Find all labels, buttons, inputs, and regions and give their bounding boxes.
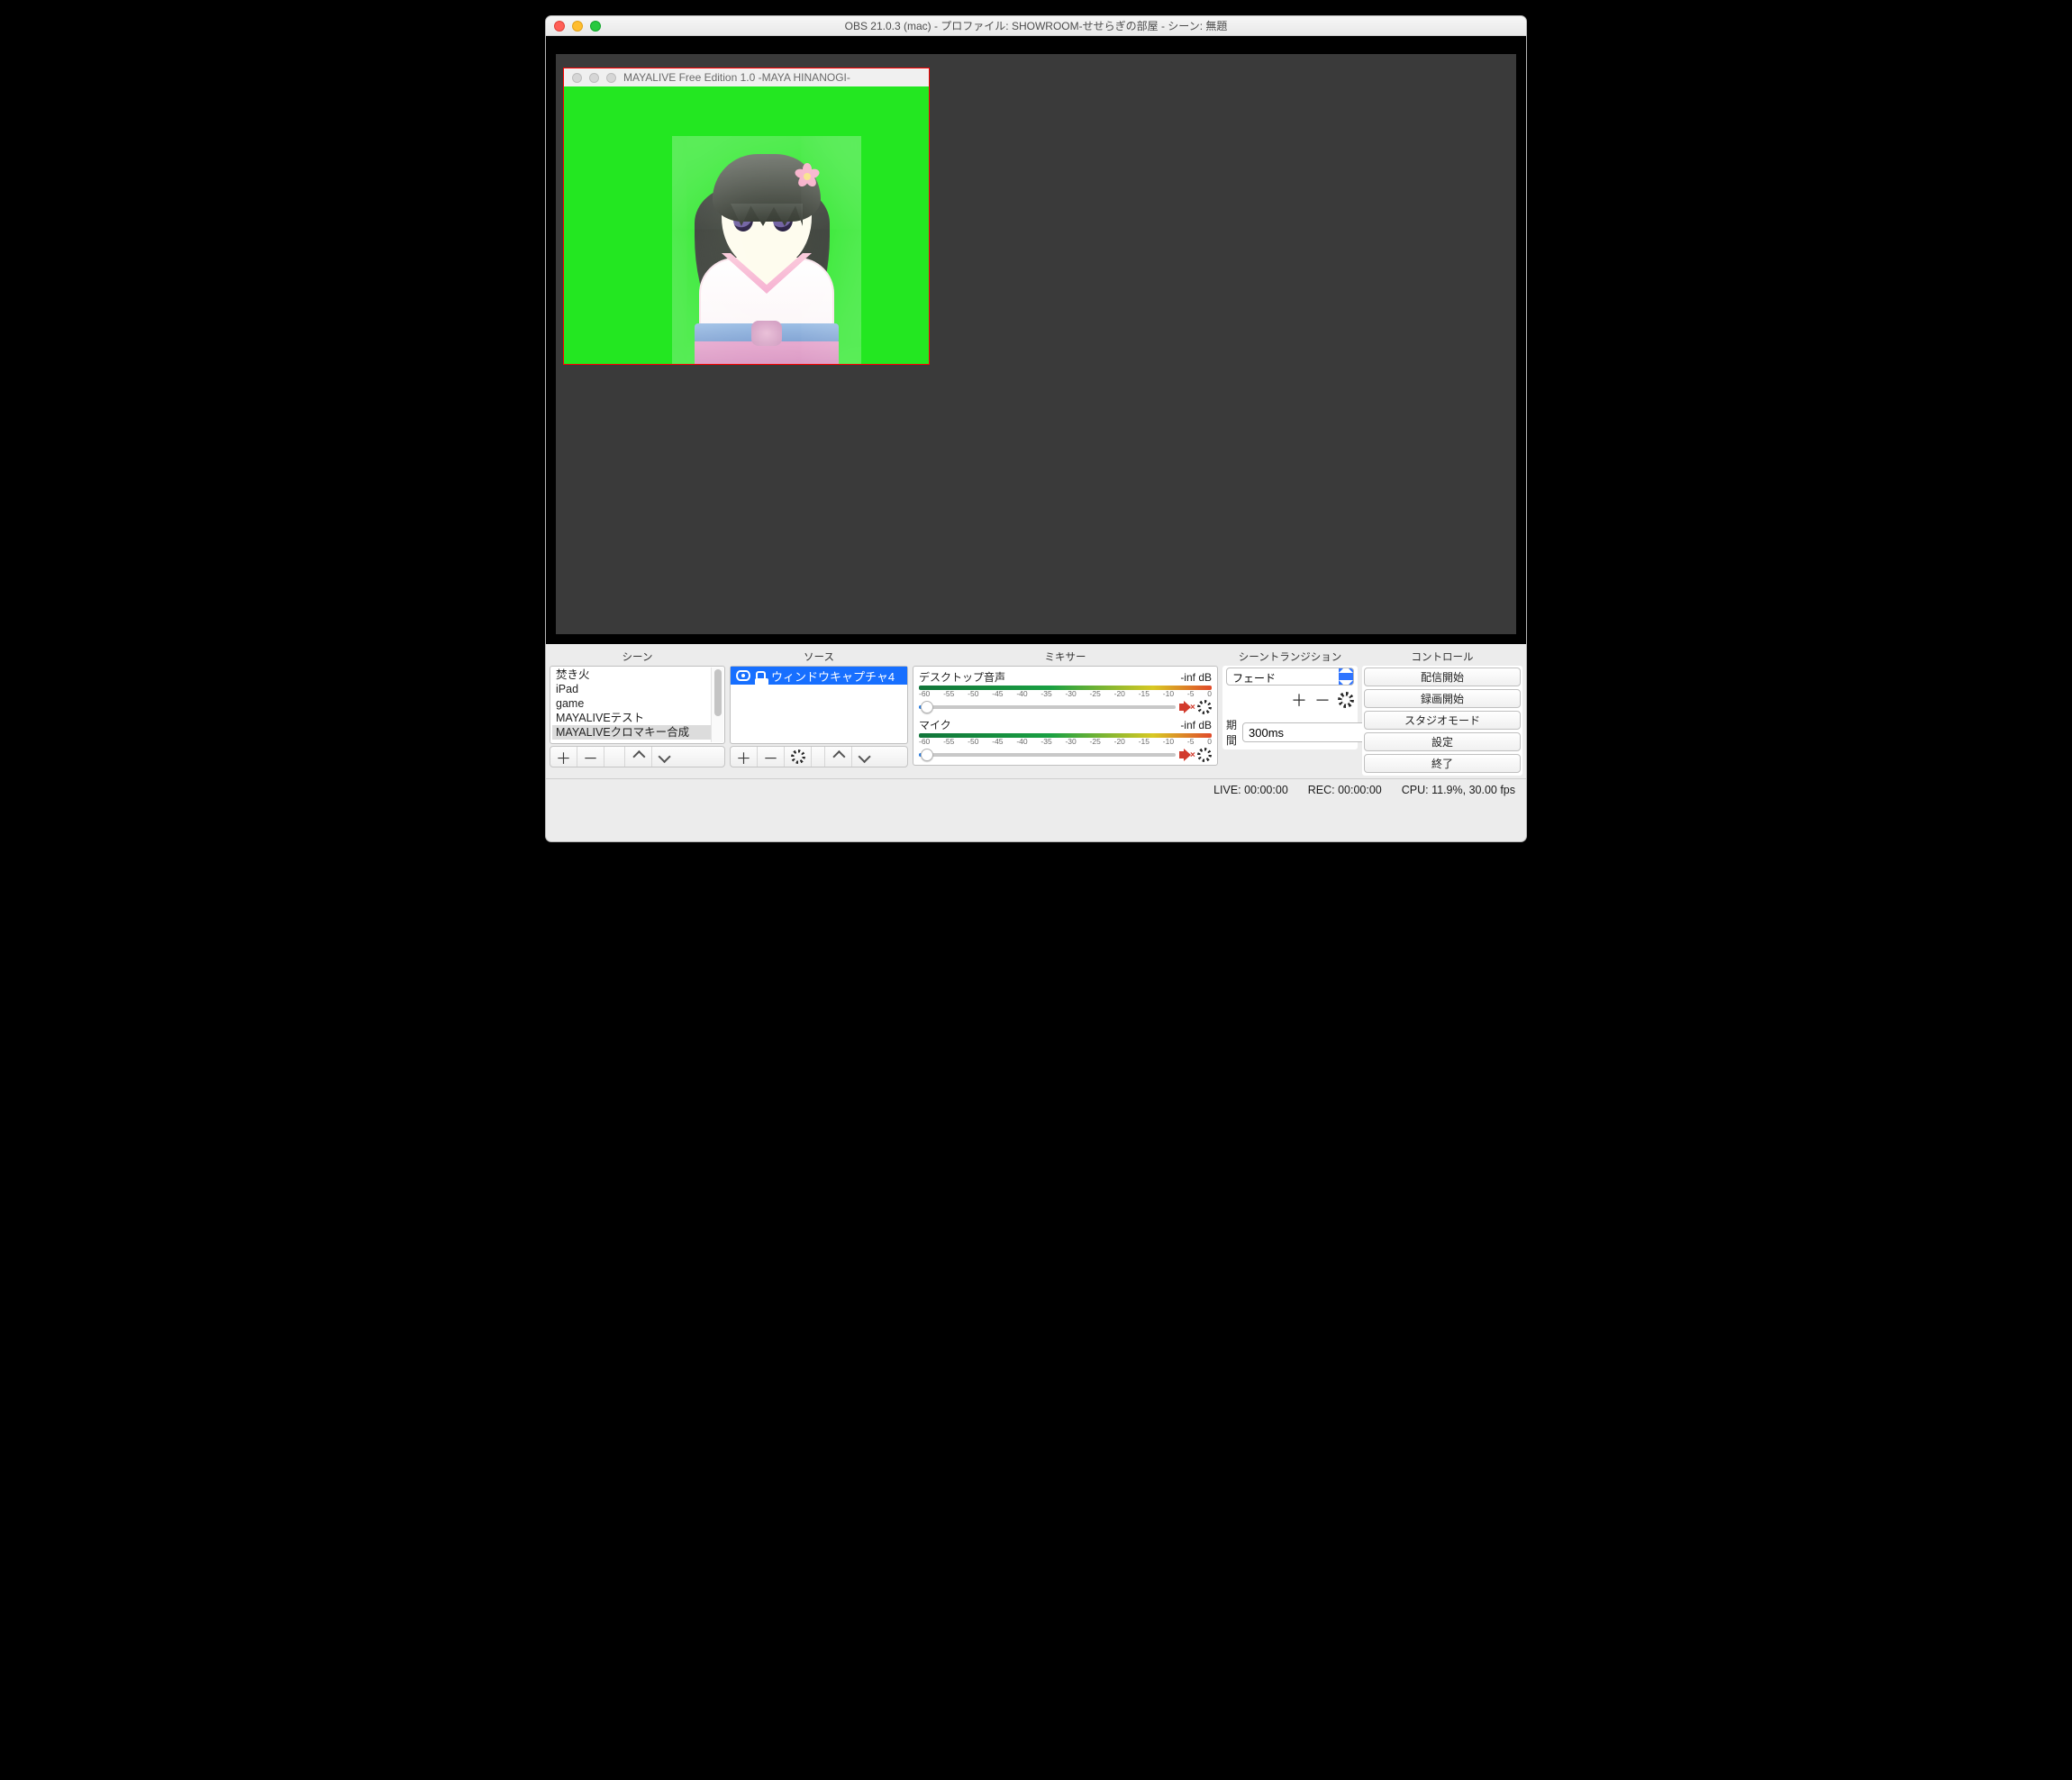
status-bar: LIVE: 00:00:00 REC: 00:00:00 CPU: 11.9%,… <box>546 778 1526 800</box>
mixer-channel-name: マイク <box>919 717 951 732</box>
preview-canvas[interactable]: MAYALIVE Free Edition 1.0 -MAYA HINANOGI… <box>556 54 1516 634</box>
sources-toolbar: ＋ － <box>730 746 908 767</box>
add-transition-button[interactable]: ＋ <box>1291 688 1307 712</box>
chevron-down-icon <box>658 750 670 763</box>
source-item[interactable]: ウィンドウキャプチャ4 <box>731 667 907 685</box>
move-scene-down-button[interactable] <box>652 747 679 767</box>
vu-ticks: -60-55-50-45-40-35-30-25-20-15-10-50 <box>919 737 1212 746</box>
preview-area: MAYALIVE Free Edition 1.0 -MAYA HINANOGI… <box>546 36 1526 644</box>
move-source-down-button[interactable] <box>852 747 879 767</box>
mixer-channel: マイク -inf dB -60-55-50-45-40-35-30-25-20-15… <box>919 717 1212 762</box>
traffic-dot-icon <box>572 73 582 83</box>
status-live: LIVE: 00:00:00 <box>1213 784 1288 796</box>
traffic-dot-icon <box>589 73 599 83</box>
scene-item[interactable]: game <box>552 696 722 711</box>
mixer-channel-name: デスクトップ音声 <box>919 669 1005 685</box>
transition-select[interactable]: フェード <box>1226 668 1354 686</box>
mixer-channel-level: -inf dB <box>1180 719 1212 731</box>
minimize-icon[interactable] <box>572 21 583 32</box>
dropdown-arrows-icon <box>1339 668 1353 685</box>
zoom-icon[interactable] <box>590 21 601 32</box>
panel-header-controls[interactable]: コントロール <box>1362 647 1522 666</box>
visibility-eye-icon[interactable] <box>736 670 750 681</box>
transition-properties-button[interactable] <box>1338 692 1354 708</box>
control-button[interactable]: 終了 <box>1364 754 1521 773</box>
control-button[interactable]: 録画開始 <box>1364 689 1521 708</box>
mute-speaker-icon[interactable]: × <box>1179 749 1194 761</box>
chevron-up-icon <box>832 750 845 763</box>
mixer-channel-level: -inf dB <box>1180 671 1212 684</box>
control-button[interactable]: 設定 <box>1364 732 1521 751</box>
panel-header-sources[interactable]: ソース <box>730 647 908 666</box>
move-scene-up-button[interactable] <box>625 747 652 767</box>
captured-window-titlebar: MAYALIVE Free Edition 1.0 -MAYA HINANOGI… <box>564 68 929 86</box>
scenes-panel: シーン 焚き火iPadgameMAYALIVEテストMAYALIVEクロマキー合… <box>550 647 725 776</box>
scenes-toolbar: ＋ － <box>550 746 725 767</box>
panel-header-transitions[interactable]: シーントランジション <box>1222 647 1358 666</box>
channel-settings-gear-icon[interactable] <box>1197 748 1212 762</box>
vu-ticks: -60-55-50-45-40-35-30-25-20-15-10-50 <box>919 689 1212 698</box>
scenes-list[interactable]: 焚き火iPadgameMAYALIVEテストMAYALIVEクロマキー合成 <box>550 667 724 743</box>
obs-window: OBS 21.0.3 (mac) - プロファイル: SHOWROOM-せせらぎ… <box>545 15 1527 842</box>
remove-transition-button[interactable]: － <box>1314 688 1331 712</box>
source-properties-button[interactable] <box>785 747 812 767</box>
character-avatar <box>672 136 861 364</box>
add-scene-button[interactable]: ＋ <box>550 747 577 767</box>
add-source-button[interactable]: ＋ <box>731 747 758 767</box>
mute-speaker-icon[interactable]: × <box>1179 701 1194 713</box>
control-button[interactable]: 配信開始 <box>1364 668 1521 686</box>
panel-header-mixer[interactable]: ミキサー <box>913 647 1218 666</box>
source-name: ウィンドウキャプチャ4 <box>771 668 895 685</box>
green-screen-area <box>564 86 929 364</box>
window-title: OBS 21.0.3 (mac) - プロファイル: SHOWROOM-せせらぎ… <box>546 18 1526 33</box>
gear-icon <box>791 749 805 764</box>
traffic-dot-icon <box>606 73 616 83</box>
control-button[interactable]: スタジオモード <box>1364 711 1521 730</box>
scene-item[interactable]: 焚き火 <box>552 668 722 682</box>
scene-item[interactable]: MAYALIVEテスト <box>552 711 722 725</box>
preview-source-window-capture[interactable]: MAYALIVE Free Edition 1.0 -MAYA HINANOGI… <box>563 68 930 365</box>
mixer-body: デスクトップ音声 -inf dB -60-55-50-45-40-35-30-25-… <box>913 666 1218 766</box>
chevron-down-icon <box>858 750 870 763</box>
close-icon[interactable] <box>554 21 565 32</box>
status-cpu: CPU: 11.9%, 30.00 fps <box>1402 784 1515 796</box>
scene-item[interactable]: iPad <box>552 682 722 696</box>
scene-item[interactable]: MAYALIVEクロマキー合成 <box>552 725 722 740</box>
titlebar[interactable]: OBS 21.0.3 (mac) - プロファイル: SHOWROOM-せせらぎ… <box>546 16 1526 36</box>
panel-header-scenes[interactable]: シーン <box>550 647 725 666</box>
captured-window-title: MAYALIVE Free Edition 1.0 -MAYA HINANOGI… <box>623 71 850 84</box>
scrollbar[interactable] <box>711 668 723 742</box>
mixer-panel: ミキサー デスクトップ音声 -inf dB -60-55-50-45-40-35-3… <box>913 647 1218 776</box>
duration-label: 期間 <box>1226 717 1237 748</box>
status-rec: REC: 00:00:00 <box>1308 784 1382 796</box>
mixer-channel: デスクトップ音声 -inf dB -60-55-50-45-40-35-30-25-… <box>919 669 1212 714</box>
volume-slider[interactable] <box>919 705 1176 709</box>
move-source-up-button[interactable] <box>825 747 852 767</box>
channel-settings-gear-icon[interactable] <box>1197 700 1212 714</box>
lock-icon[interactable] <box>756 671 766 680</box>
sources-list[interactable]: ウィンドウキャプチャ4 <box>731 667 907 743</box>
remove-source-button[interactable]: － <box>758 747 785 767</box>
controls-panel: コントロール 配信開始録画開始スタジオモード設定終了 <box>1362 647 1522 776</box>
sources-panel: ソース ウィンドウキャプチャ4 ＋ － <box>730 647 908 776</box>
volume-slider[interactable] <box>919 753 1176 757</box>
chevron-up-icon <box>632 750 645 763</box>
transitions-panel: シーントランジション フェード ＋ － <box>1222 647 1358 776</box>
transition-selected-value: フェード <box>1227 668 1339 685</box>
remove-scene-button[interactable]: － <box>577 747 604 767</box>
